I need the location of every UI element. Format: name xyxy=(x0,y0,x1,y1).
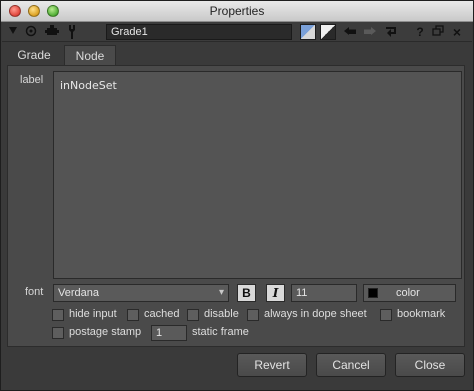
font-color-button[interactable]: color xyxy=(363,284,456,302)
font-select[interactable]: Verdana ▾ xyxy=(53,284,229,302)
color-swatch-icon[interactable] xyxy=(300,24,316,40)
target-icon[interactable] xyxy=(23,24,39,40)
postage-stamp-checkbox[interactable] xyxy=(52,327,64,339)
tab-node[interactable]: Node xyxy=(64,45,116,65)
hide-input-checkbox[interactable] xyxy=(52,309,64,321)
menu-triangle-icon[interactable] xyxy=(5,24,21,40)
disable-checkbox[interactable] xyxy=(187,309,199,321)
toolbar-separator xyxy=(85,24,101,40)
revert-icon[interactable] xyxy=(383,24,399,40)
properties-window: Properties Grade1 ? × Grade Node label i… xyxy=(0,0,474,391)
help-icon[interactable]: ? xyxy=(412,24,428,40)
undo-icon[interactable] xyxy=(342,24,358,40)
hide-input-label: hide input xyxy=(69,308,117,320)
title-bar: Properties xyxy=(1,1,473,22)
cached-label: cached xyxy=(144,308,180,320)
font-color-swatch xyxy=(368,288,378,298)
always-in-dope-sheet-label: always in dope sheet xyxy=(264,308,367,320)
window-title: Properties xyxy=(209,4,265,18)
bookmark-checkbox[interactable] xyxy=(380,309,392,321)
static-frame-field[interactable]: 1 xyxy=(151,325,187,341)
postage-stamp-label: postage stamp xyxy=(69,326,142,338)
bold-button[interactable]: B xyxy=(237,284,256,302)
close-icon[interactable]: × xyxy=(449,24,465,40)
toolbar: Grade1 ? × xyxy=(2,22,472,42)
node-name-field[interactable]: Grade1 xyxy=(106,24,292,40)
cancel-button[interactable]: Cancel xyxy=(316,353,386,377)
tab-bar: Grade Node xyxy=(2,43,472,65)
node-tab-panel: label inNodeSet font Verdana ▾ B I 11 co… xyxy=(7,65,465,347)
always-in-dope-sheet-checkbox[interactable] xyxy=(247,309,259,321)
node-icon[interactable] xyxy=(44,24,60,40)
chevron-down-icon: ▾ xyxy=(218,287,224,298)
italic-button[interactable]: I xyxy=(266,284,285,302)
redo-icon[interactable] xyxy=(362,24,378,40)
label-textarea[interactable]: inNodeSet xyxy=(53,71,462,279)
wrench-icon[interactable] xyxy=(64,24,80,40)
float-icon[interactable] xyxy=(430,24,446,40)
cached-checkbox[interactable] xyxy=(127,309,139,321)
disable-label: disable xyxy=(204,308,239,320)
revert-button[interactable]: Revert xyxy=(237,353,307,377)
font-label: font xyxy=(25,286,44,298)
font-select-value: Verdana xyxy=(58,287,99,299)
static-frame-label: static frame xyxy=(192,326,249,338)
font-size-field[interactable]: 11 xyxy=(291,284,357,302)
font-color-label: color xyxy=(396,287,420,299)
tab-grade[interactable]: Grade xyxy=(6,45,62,65)
label-field-label: label xyxy=(20,74,44,86)
bookmark-label: bookmark xyxy=(397,308,446,320)
close-button[interactable]: Close xyxy=(395,353,465,377)
color-swatch-2-icon[interactable] xyxy=(320,24,336,40)
